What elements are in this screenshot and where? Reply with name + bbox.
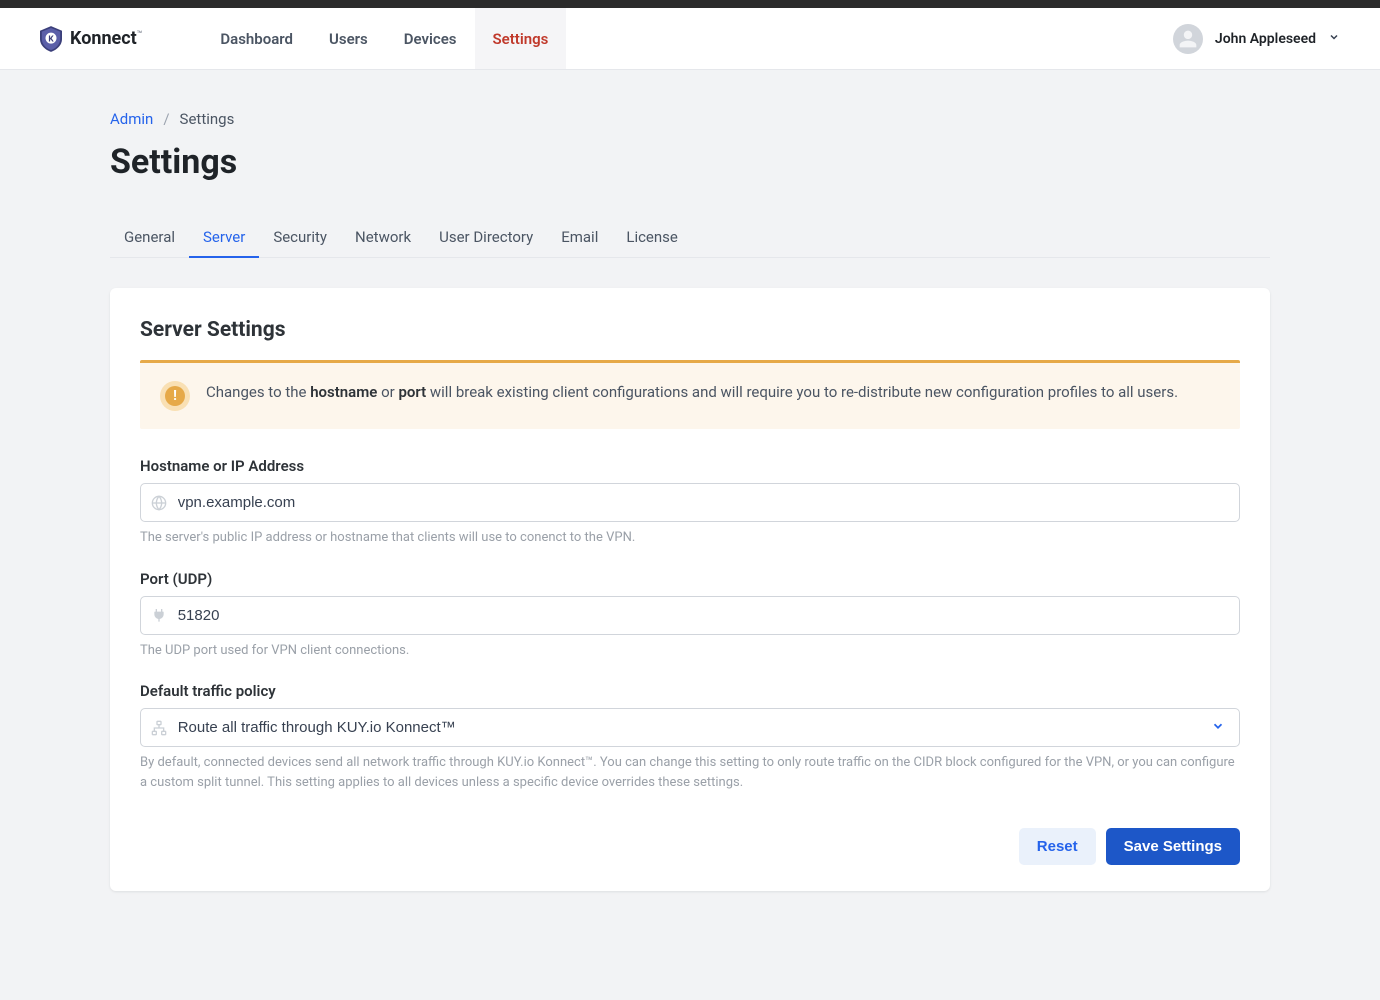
nav-dashboard[interactable]: Dashboard bbox=[202, 8, 311, 69]
card-title: Server Settings bbox=[140, 318, 1240, 342]
avatar-icon bbox=[1173, 24, 1203, 54]
nav-settings[interactable]: Settings bbox=[475, 8, 567, 69]
top-strip bbox=[0, 0, 1380, 8]
nav-devices[interactable]: Devices bbox=[386, 8, 475, 69]
network-icon bbox=[141, 720, 178, 736]
traffic-policy-help: By default, connected devices send all n… bbox=[140, 753, 1240, 792]
warning-icon: ! bbox=[160, 381, 190, 411]
tab-server[interactable]: Server bbox=[189, 218, 259, 258]
header: K Konnect™ Dashboard Users Devices Setti… bbox=[0, 8, 1380, 70]
hostname-field: Hostname or IP Address The server's publ… bbox=[140, 457, 1240, 548]
user-menu[interactable]: John Appleseed bbox=[1173, 24, 1340, 54]
port-field: Port (UDP) The UDP port used for VPN cli… bbox=[140, 570, 1240, 661]
main-nav: Dashboard Users Devices Settings bbox=[202, 8, 566, 69]
form-actions: Reset Save Settings bbox=[140, 828, 1240, 865]
port-label: Port (UDP) bbox=[140, 570, 1240, 588]
traffic-policy-select-wrap[interactable] bbox=[140, 708, 1240, 747]
hostname-input[interactable] bbox=[178, 484, 1239, 521]
breadcrumb-admin[interactable]: Admin bbox=[110, 110, 153, 128]
tab-general[interactable]: General bbox=[110, 218, 189, 258]
svg-text:K: K bbox=[48, 34, 54, 44]
chevron-down-icon bbox=[1328, 31, 1340, 47]
tab-email[interactable]: Email bbox=[547, 218, 612, 258]
plug-icon bbox=[141, 607, 178, 623]
globe-icon bbox=[141, 495, 178, 511]
user-name: John Appleseed bbox=[1215, 31, 1316, 47]
tab-license[interactable]: License bbox=[612, 218, 692, 258]
brand-name: Konnect™ bbox=[70, 28, 142, 49]
page-title: Settings bbox=[110, 142, 1270, 182]
shield-icon: K bbox=[40, 26, 62, 52]
main-container: Admin / Settings Settings General Server… bbox=[110, 70, 1270, 951]
tab-user-directory[interactable]: User Directory bbox=[425, 218, 547, 258]
server-settings-card: Server Settings ! Changes to the hostnam… bbox=[110, 288, 1270, 891]
hostname-help: The server's public IP address or hostna… bbox=[140, 528, 1240, 548]
reset-button[interactable]: Reset bbox=[1019, 828, 1096, 865]
hostname-label: Hostname or IP Address bbox=[140, 457, 1240, 475]
breadcrumb-current: Settings bbox=[180, 110, 235, 128]
warning-text: Changes to the hostname or port will bre… bbox=[206, 381, 1178, 404]
tab-network[interactable]: Network bbox=[341, 218, 425, 258]
logo[interactable]: K Konnect™ bbox=[40, 26, 142, 52]
breadcrumb-separator: / bbox=[163, 110, 169, 128]
port-input-wrap bbox=[140, 596, 1240, 635]
traffic-policy-select[interactable] bbox=[178, 709, 1239, 746]
nav-users[interactable]: Users bbox=[311, 8, 386, 69]
save-button[interactable]: Save Settings bbox=[1106, 828, 1240, 865]
settings-tabs: General Server Security Network User Dir… bbox=[110, 218, 1270, 258]
port-input[interactable] bbox=[178, 597, 1239, 634]
hostname-input-wrap bbox=[140, 483, 1240, 522]
traffic-policy-field: Default traffic policy By default, conne… bbox=[140, 682, 1240, 792]
tab-security[interactable]: Security bbox=[259, 218, 341, 258]
breadcrumb: Admin / Settings bbox=[110, 110, 1270, 128]
warning-alert: ! Changes to the hostname or port will b… bbox=[140, 360, 1240, 429]
traffic-policy-label: Default traffic policy bbox=[140, 682, 1240, 700]
port-help: The UDP port used for VPN client connect… bbox=[140, 641, 1240, 661]
